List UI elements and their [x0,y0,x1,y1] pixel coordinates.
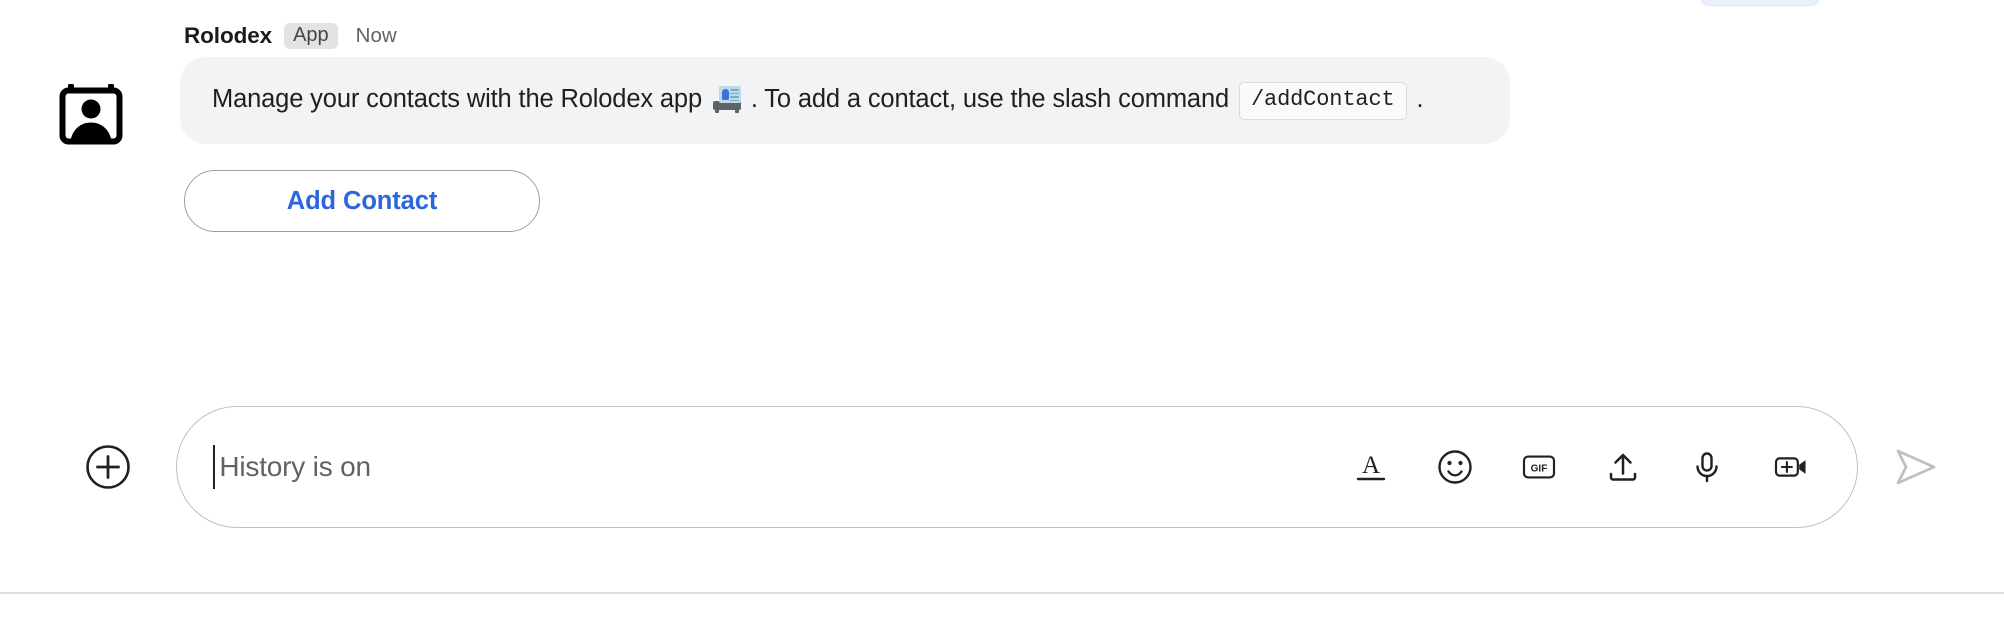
upload-icon[interactable] [1603,447,1643,487]
rolodex-card-person-icon [59,84,123,145]
bubble-text-end: . [1416,85,1424,113]
format-text-icon[interactable]: A [1351,447,1391,487]
plus-circle-icon[interactable] [85,444,131,490]
message-actions: Add Contact [180,170,1820,233]
message-composer: History is on A GIF [0,402,2004,532]
text-caret [213,445,216,489]
send-arrow-icon[interactable] [1888,439,1944,495]
microphone-icon[interactable] [1687,447,1727,487]
bubble-text-before: Manage your contacts with the Rolodex ap… [212,85,702,113]
bottom-divider [0,592,2004,594]
add-contact-button[interactable]: Add Contact [184,170,540,233]
card-index-emoji [712,86,741,113]
emoji-icon[interactable] [1435,447,1475,487]
command-chip: /addContact [1238,82,1407,120]
avatar [58,80,124,146]
message-bubble: Manage your contacts with the Rolodex ap… [180,57,1510,145]
message-header: Rolodex App Now [180,22,1820,50]
video-add-icon[interactable] [1771,447,1811,487]
message-body: Rolodex App Now Manage your contacts wit… [180,22,1820,233]
bubble-text-after: . To add a contact, use the slash comman… [750,85,1230,113]
svg-text:A: A [1362,452,1380,479]
app-badge: App [284,23,338,49]
clipped-top-chip [1700,0,1820,6]
composer-tools: A GIF [1351,447,1817,487]
sender-name: Rolodex [184,23,273,48]
svg-text:GIF: GIF [1531,464,1548,475]
gif-icon[interactable]: GIF [1519,447,1559,487]
composer-placeholder: History is on [219,451,371,482]
message-timestamp: Now [355,24,397,47]
composer-input-shell[interactable]: History is on A GIF [176,406,1858,528]
